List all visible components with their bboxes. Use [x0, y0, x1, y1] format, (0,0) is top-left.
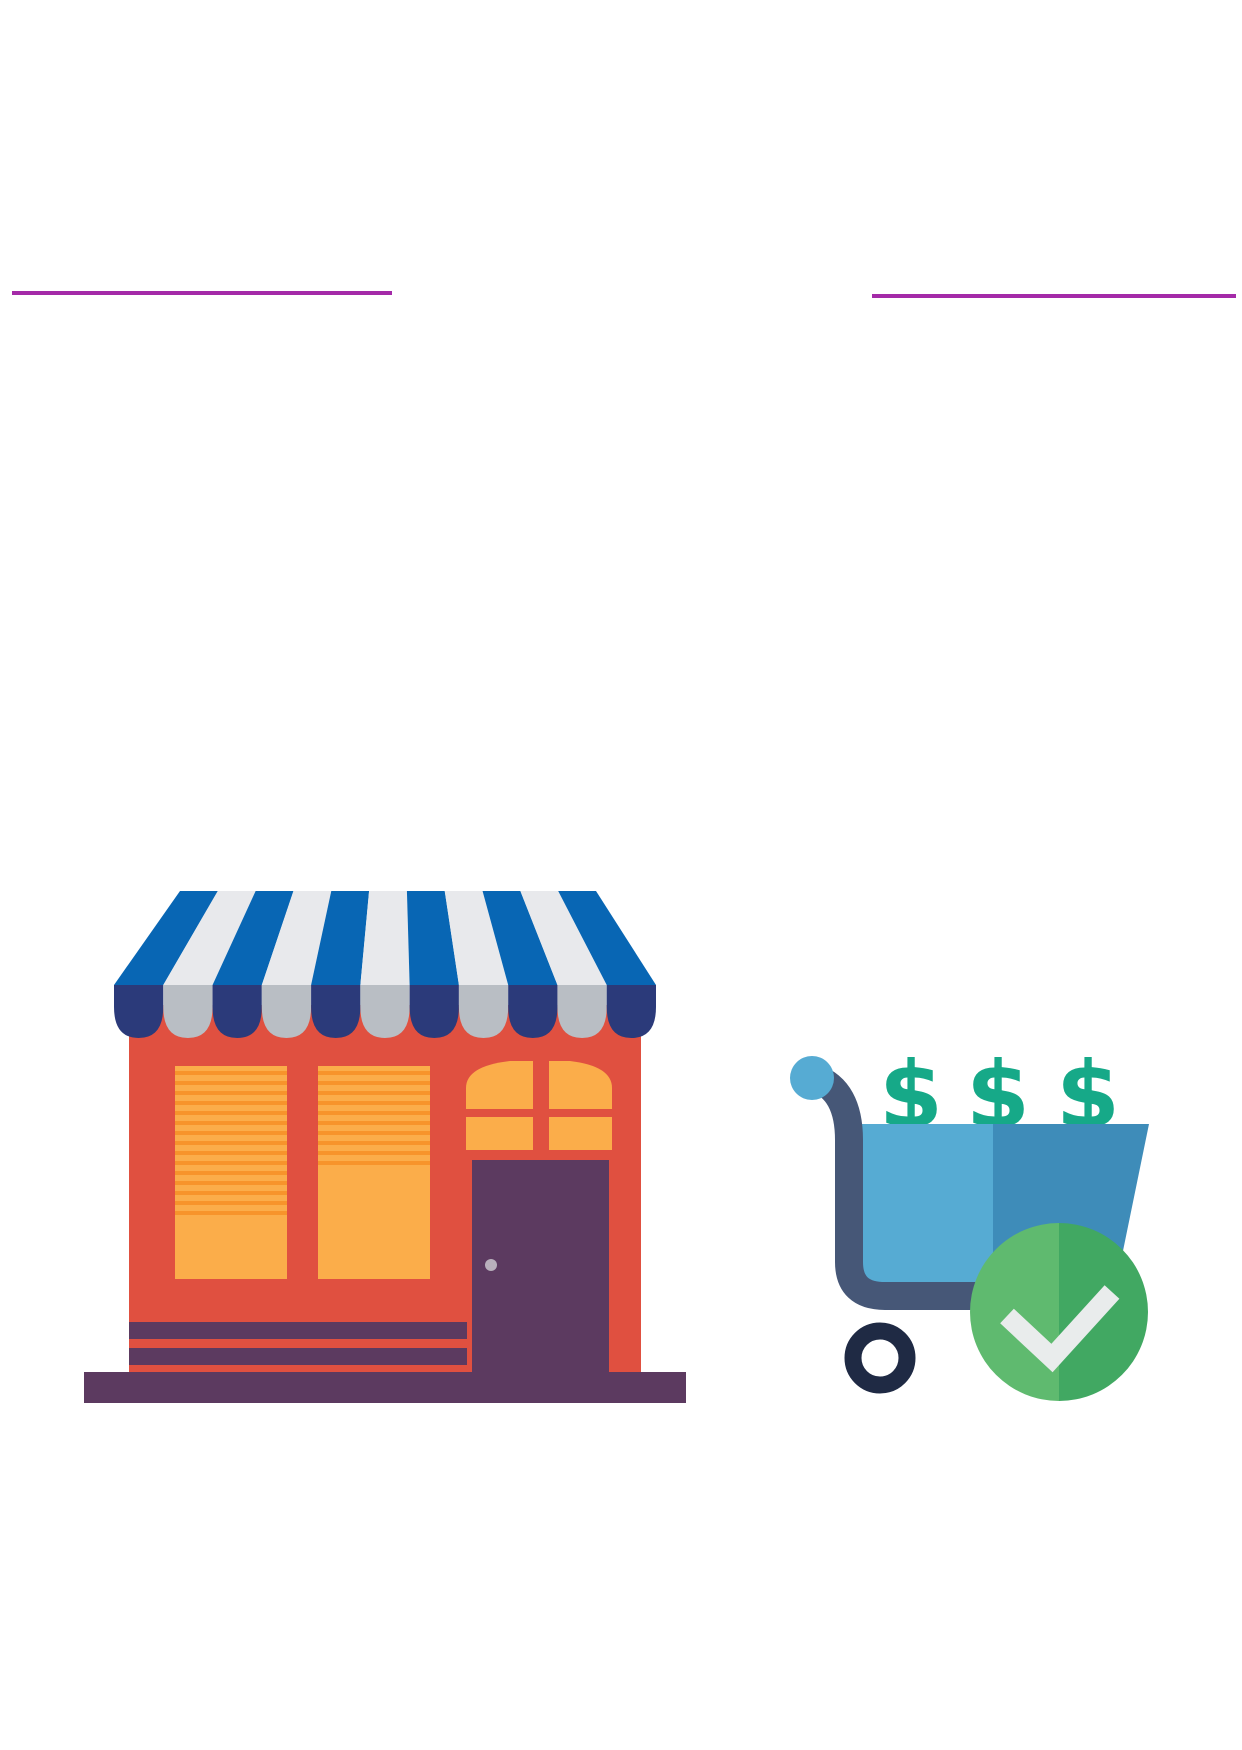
window-slat [318, 1101, 430, 1105]
window-slat [175, 1101, 287, 1105]
window-slat [318, 1161, 430, 1165]
window-slat [318, 1131, 430, 1135]
shop-window-middle [318, 1066, 430, 1279]
awning-scallop [212, 985, 262, 1038]
shop-base [84, 1372, 686, 1403]
cart-handle-ball [790, 1056, 834, 1100]
awning-scallop [458, 985, 509, 1038]
window-slat [175, 1171, 287, 1175]
shop-step-lower [129, 1348, 467, 1365]
window-slat [318, 1091, 430, 1095]
window-slat [175, 1161, 287, 1165]
awning-scallops [114, 985, 656, 1038]
awning-scallop [508, 985, 558, 1038]
checkmark-icon [970, 1223, 1148, 1401]
window-slat [318, 1121, 430, 1125]
shopping-cart-icon: $ $ $ [790, 1042, 1149, 1401]
awning-scallop [114, 985, 164, 1038]
window-slat [175, 1091, 287, 1095]
window-slat [175, 1191, 287, 1195]
window-slat [175, 1131, 287, 1135]
window-slat [318, 1151, 430, 1155]
storefront-icon [84, 891, 686, 1403]
door-transom-left [466, 1117, 533, 1150]
awning-scallop [261, 985, 312, 1038]
window-slat [175, 1141, 287, 1145]
awning-scallop [163, 985, 213, 1038]
window-slat [318, 1071, 430, 1075]
awning-stripes [114, 891, 656, 985]
window-slat [175, 1181, 287, 1185]
window-slat [318, 1081, 430, 1085]
window-slat [175, 1071, 287, 1075]
cart-basket-left [862, 1124, 993, 1285]
awning-scallop [606, 985, 656, 1038]
window-slat [175, 1111, 287, 1115]
window-slat [175, 1121, 287, 1125]
window-slat [318, 1141, 430, 1145]
door-transom-right [549, 1117, 612, 1150]
door-knob [485, 1259, 497, 1271]
awning-scallop [360, 985, 410, 1038]
window-slat [175, 1211, 287, 1215]
window-slat [175, 1081, 287, 1085]
window-slat [318, 1111, 430, 1115]
awning-scallop [409, 985, 459, 1038]
awning-scallop [311, 985, 361, 1038]
window-slat [175, 1151, 287, 1155]
window-slats-left [175, 1071, 287, 1215]
cart-wheel [844, 1322, 916, 1394]
window-slat [175, 1201, 287, 1205]
shop-step-upper [129, 1322, 467, 1339]
awning-scallop [557, 985, 607, 1038]
illustration-canvas: $ $ $ [12, 291, 1236, 1403]
